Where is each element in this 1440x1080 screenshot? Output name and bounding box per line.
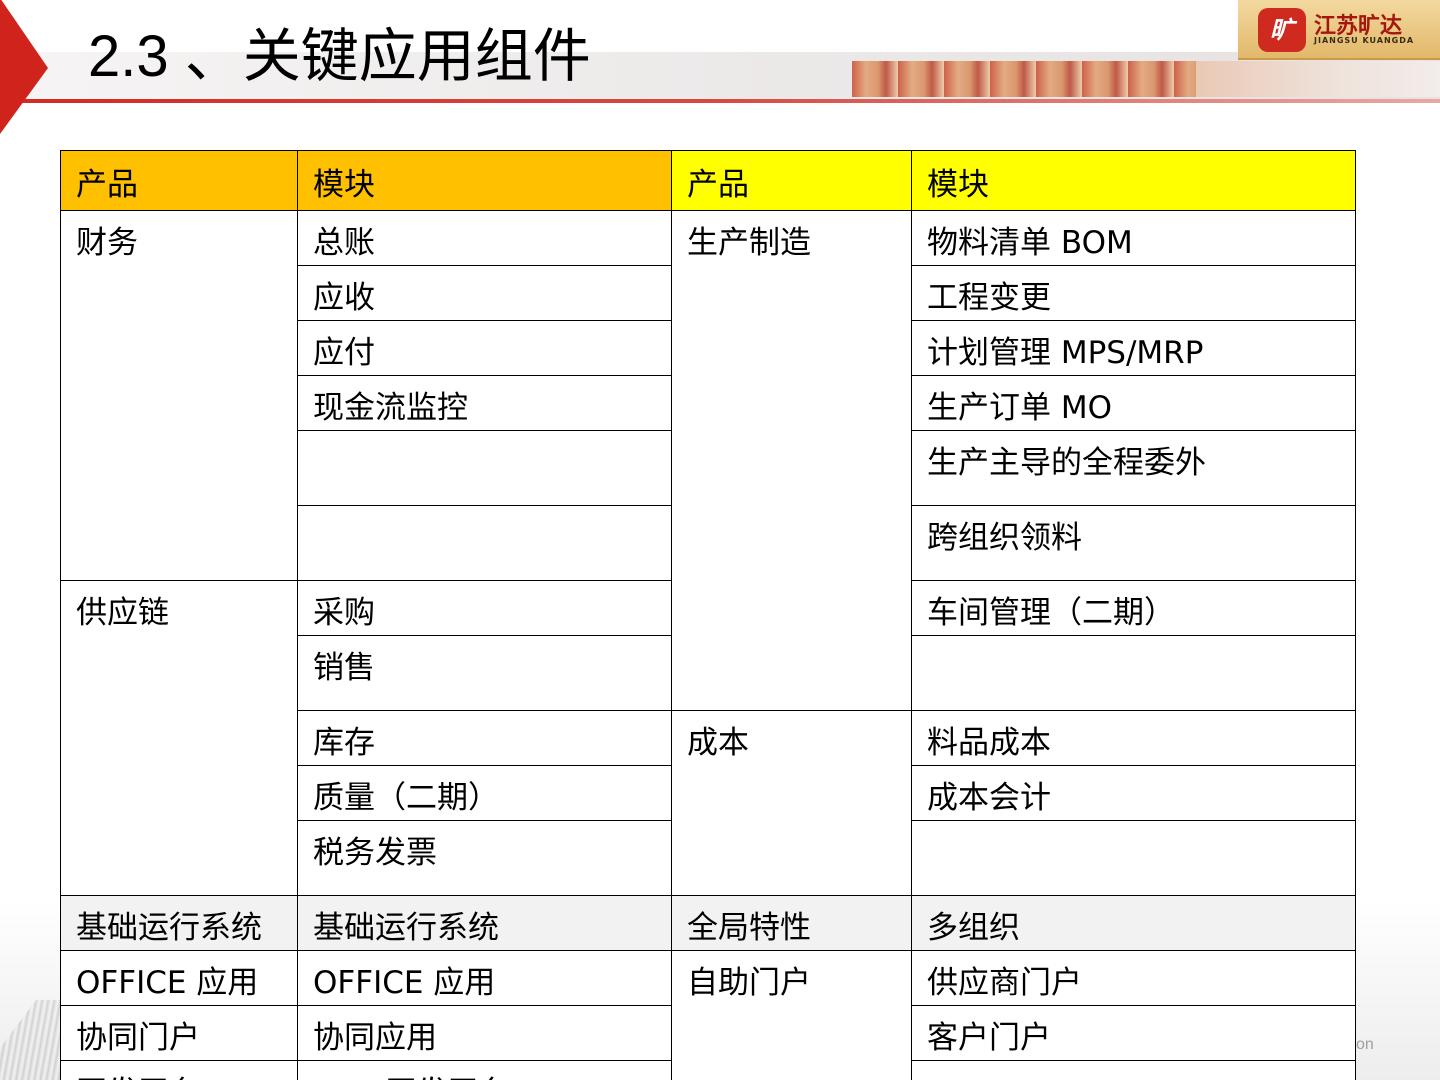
table-cell-product: 开发平台 <box>60 1060 298 1080</box>
table-cell-module: OFFICE 应用 <box>297 950 672 1006</box>
table-cell-module: 供应商门户 <box>911 950 1356 1006</box>
red-corner-wedge <box>0 0 48 134</box>
table-cell-module: 料品成本 <box>911 710 1356 766</box>
table-cell-module: 基础运行系统 <box>297 895 672 951</box>
component-table: 产品 模块 产品 模块 财务 供应链 基础运行系统 OFFICE 应用 协同门户… <box>60 150 1356 1080</box>
table-cell-product: 全局特性 <box>671 895 912 951</box>
table-header-module-1: 模块 <box>297 150 672 211</box>
table-cell-module: 生产订单 MO <box>911 375 1356 431</box>
table-cell-product: OFFICE 应用 <box>60 950 298 1006</box>
table-cell-module: 应付 <box>297 320 672 376</box>
table-cell-module <box>911 635 1356 711</box>
table-cell-module: 销售 <box>297 635 672 711</box>
table-cell-product: 协同门户 <box>60 1005 298 1061</box>
logo-name-en: JIANGSU KUANGDA <box>1314 36 1415 45</box>
table-cell-module <box>297 430 672 506</box>
table-cell-module: 采购 <box>297 580 672 636</box>
table-cell-module: 物料清单 BOM <box>911 210 1356 266</box>
table-cell-module <box>911 820 1356 896</box>
table-cell-module: 多组织 <box>911 895 1356 951</box>
company-logo: 旷 江苏旷达 JIANGSU KUANGDA <box>1238 0 1440 60</box>
table-cell-module: 现金流监控 <box>297 375 672 431</box>
table-cell-module: 库存 <box>297 710 672 766</box>
header-photo-fade <box>1196 61 1440 97</box>
header-photo-strip <box>852 61 1196 97</box>
table-cell-module: 总账 <box>297 210 672 266</box>
table-cell-module: 应收 <box>297 265 672 321</box>
table-header-module-2: 模块 <box>911 150 1356 211</box>
table-cell-module: 客户门户 <box>911 1005 1356 1061</box>
corner-footer-text: on <box>1356 1036 1374 1053</box>
table-cell-module: 协同应用 <box>297 1005 672 1061</box>
table-cell-module <box>297 505 672 581</box>
table-header-product-2: 产品 <box>671 150 912 211</box>
page-title: 2.3 、关键应用组件 <box>88 24 591 89</box>
table-cell-product: 自助门户 <box>671 950 912 1080</box>
logo-mark-icon: 旷 <box>1258 8 1306 52</box>
table-cell-product: 成本 <box>671 710 912 896</box>
table-cell-module: 税务发票 <box>297 820 672 896</box>
header-divider <box>0 99 1440 103</box>
table-cell-module: 成本会计 <box>911 765 1356 821</box>
table-cell-module: 计划管理 MPS/MRP <box>911 320 1356 376</box>
table-cell-module: 生产主导的全程委外 <box>911 430 1356 506</box>
table-cell-module: 车间管理（二期） <box>911 580 1356 636</box>
table-cell-module: 跨组织领料 <box>911 505 1356 581</box>
table-cell-module: UAP 开发平台 <box>297 1060 672 1080</box>
table-header-product-1: 产品 <box>60 150 298 211</box>
table-cell-product: 财务 <box>60 210 298 581</box>
table-cell-product: 供应链 <box>60 580 298 896</box>
table-cell-module <box>911 1060 1356 1080</box>
table-cell-module: 质量（二期） <box>297 765 672 821</box>
table-cell-product: 基础运行系统 <box>60 895 298 951</box>
table-cell-module: 工程变更 <box>911 265 1356 321</box>
table-cell-product: 生产制造 <box>671 210 912 711</box>
